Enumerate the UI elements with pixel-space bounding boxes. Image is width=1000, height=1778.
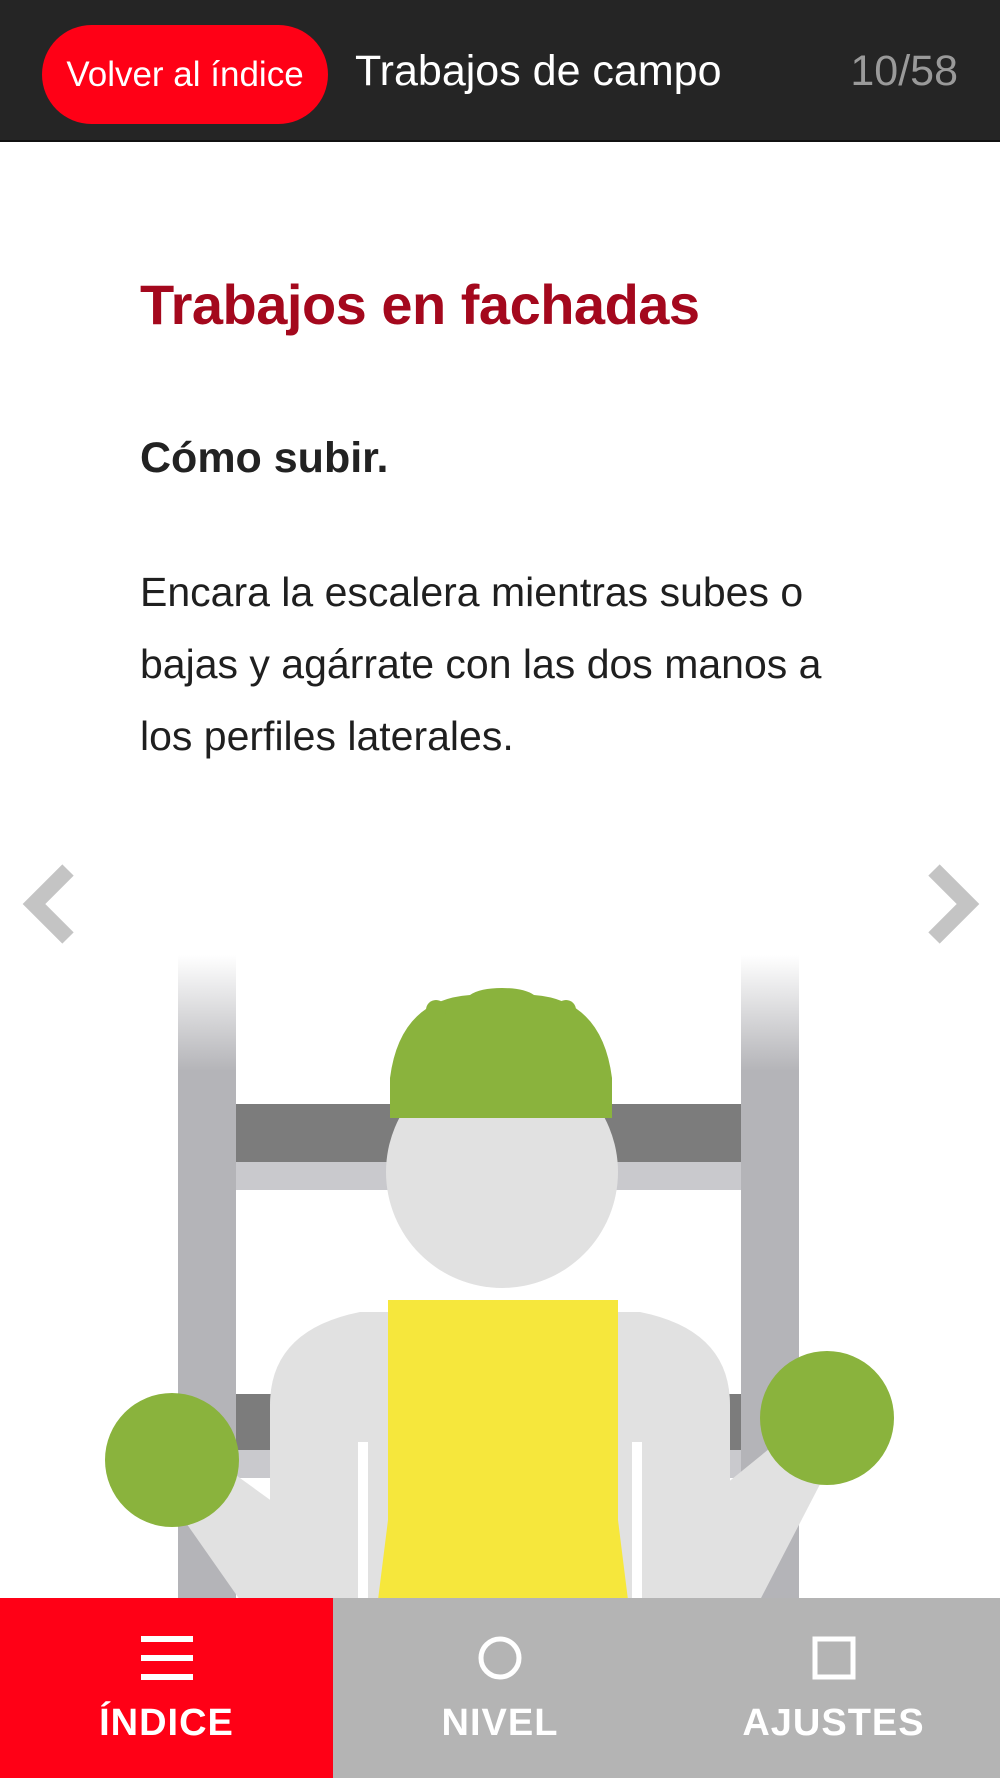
top-bar: Volver al índice Trabajos de campo 10/58 bbox=[0, 0, 1000, 142]
nav-level-button[interactable]: NIVEL bbox=[333, 1598, 667, 1778]
section-title: Trabajos de campo bbox=[355, 47, 722, 95]
chevron-left-icon[interactable] bbox=[20, 862, 80, 946]
circle-icon bbox=[476, 1634, 524, 1687]
square-icon bbox=[810, 1634, 858, 1687]
nav-index-button[interactable]: ÍNDICE bbox=[0, 1598, 333, 1778]
back-to-index-button[interactable]: Volver al índice bbox=[42, 25, 328, 124]
chevron-right-icon[interactable] bbox=[922, 862, 982, 946]
page-body-text: Encara la escalera mientras subes o baja… bbox=[140, 569, 822, 759]
menu-icon bbox=[140, 1634, 193, 1687]
worker-right-hand bbox=[760, 1351, 894, 1485]
worker-left-hand bbox=[105, 1393, 239, 1527]
page-heading: Trabajos en fachadas bbox=[140, 273, 700, 336]
nav-settings-button[interactable]: AJUSTES bbox=[667, 1598, 1000, 1778]
worker-vest bbox=[378, 1300, 628, 1600]
nav-index-label: ÍNDICE bbox=[99, 1702, 234, 1744]
nav-settings-label: AJUSTES bbox=[742, 1702, 925, 1744]
page-counter: 10/58 bbox=[850, 47, 958, 95]
page-subheading: Cómo subir. bbox=[140, 434, 389, 482]
bottom-navigation: ÍNDICE NIVEL AJUSTES bbox=[0, 1598, 1000, 1778]
worker-helmet bbox=[390, 988, 612, 1118]
nav-level-label: NIVEL bbox=[441, 1702, 559, 1744]
worker-ladder-illustration bbox=[0, 950, 1000, 1600]
